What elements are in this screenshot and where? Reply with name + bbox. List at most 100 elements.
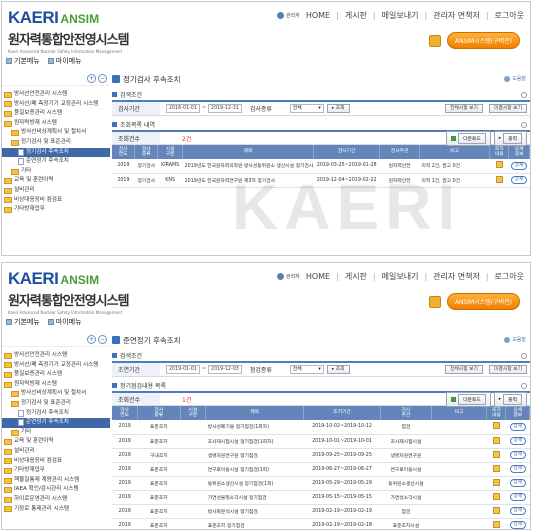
edit-cell[interactable]: [486, 448, 506, 463]
column-header[interactable]: 검사 연도: [112, 406, 139, 420]
tree-item[interactable]: 교육 및 훈련이력: [2, 437, 110, 447]
column-header[interactable]: 비고: [431, 406, 488, 420]
tree-item[interactable]: 방사선/폐 측정기기 교정관리 시스템: [2, 100, 110, 110]
edit-cell[interactable]: [486, 462, 506, 477]
detail-cell[interactable]: 상세: [505, 476, 530, 491]
column-header[interactable]: 조치 내용: [486, 406, 507, 420]
tree-item[interactable]: 비상대응장비 점검표: [2, 457, 110, 467]
nav-home[interactable]: HOME: [306, 272, 330, 281]
tree-item[interactable]: 원자력방재 시스템: [2, 380, 110, 390]
tree-item[interactable]: 기타방재업무: [2, 205, 110, 215]
table-row[interactable]: 2019 표준조치 방사성폐기물 정기점검(1회차) 2019-10-02~2019-…: [112, 420, 530, 435]
type-select[interactable]: 전체 ▾: [289, 104, 324, 113]
detail-button[interactable]: 상세: [509, 465, 526, 473]
table-row[interactable]: 2019 표준조치 조사재시험시설 정기점검(1회차) 2019-10-01~2019…: [112, 434, 530, 449]
tree-item[interactable]: 품질보증관리 시스템: [2, 370, 110, 380]
column-header[interactable]: 제목: [182, 145, 314, 159]
search-button[interactable]: ▸ 조회: [326, 365, 350, 374]
detail-cell[interactable]: 상세: [505, 420, 530, 435]
detail-button[interactable]: 상세: [509, 493, 526, 501]
nav-mail[interactable]: 메일보내기: [382, 271, 419, 282]
date-to-input[interactable]: 2019-12-31: [207, 104, 242, 113]
tree-item[interactable]: 하이로운영관리 시스템: [2, 495, 110, 505]
column-header[interactable]: 상세 정보: [508, 145, 530, 159]
nav-board[interactable]: 게시판: [345, 271, 367, 282]
tree-item[interactable]: 설비관리: [2, 447, 110, 457]
edit-cell[interactable]: [486, 476, 506, 491]
detail-cell[interactable]: 상세: [505, 434, 530, 449]
view-all-button[interactable]: 전체사항 보기: [444, 104, 483, 113]
edit-icon[interactable]: [492, 450, 500, 458]
column-header[interactable]: 제목: [205, 406, 305, 420]
column-header[interactable]: 조치기간: [303, 406, 381, 420]
detail-cell[interactable]: 상세: [505, 490, 530, 505]
column-header[interactable]: 검사기간: [313, 145, 381, 159]
tree-item[interactable]: 준연정기 후속조치: [2, 418, 110, 428]
logo[interactable]: KAERI ANSIM 원자력통합안전영시스템 Kaeri Advanced Nu…: [8, 8, 130, 54]
tree-item[interactable]: IAEA 확인/감시관리 시스템: [2, 485, 110, 495]
detail-cell[interactable]: 상세: [505, 518, 530, 529]
detail-button[interactable]: 상세: [510, 161, 528, 170]
column-header[interactable]: 비고: [419, 145, 491, 159]
tab-basic-menu[interactable]: 기본메뉴: [6, 56, 40, 66]
tree-item[interactable]: 교육 및 훈련이력: [2, 176, 110, 186]
tree-item[interactable]: 정기검사 및 표준관리: [2, 138, 110, 148]
tab-my-menu[interactable]: 마이메뉴: [47, 317, 82, 327]
nav-admin[interactable]: 관리자 면책저: [433, 271, 480, 282]
edit-icon[interactable]: [492, 436, 500, 444]
help-link[interactable]: 도움말: [504, 336, 526, 343]
detail-cell[interactable]: 상세: [505, 462, 530, 477]
column-header[interactable]: 시설 구분: [157, 145, 184, 159]
edit-icon[interactable]: [492, 464, 500, 472]
edit-cell[interactable]: [486, 490, 506, 505]
table-row[interactable]: 2019 표준조치 가연성물질소각시설 정기점검 2019-05-15~2019-05…: [112, 490, 530, 505]
toggle-icon[interactable]: [521, 352, 527, 359]
column-header[interactable]: 검사 종류: [134, 145, 159, 159]
tree-item[interactable]: 비상대응장비 점검표: [2, 196, 110, 206]
tree-item[interactable]: 정기검사 및 표준관리: [2, 399, 110, 409]
view-all-button[interactable]: 전체사항 보기: [444, 365, 483, 374]
type-select[interactable]: 전체 ▾: [289, 365, 324, 374]
view-pending-button[interactable]: 미결사항 보기: [488, 104, 527, 113]
edit-cell[interactable]: [486, 434, 506, 449]
save-icon[interactable]: [428, 34, 441, 47]
tree-item[interactable]: 방사선안전관리 시스템: [2, 90, 110, 100]
toggle-icon[interactable]: [521, 91, 527, 98]
print-button[interactable]: ▸ 출력: [493, 391, 527, 407]
edit-cell[interactable]: [486, 504, 506, 519]
edit-cell[interactable]: [489, 159, 509, 174]
detail-button[interactable]: 상세: [509, 479, 526, 487]
tree-item[interactable]: 기타: [2, 167, 110, 177]
tree-item[interactable]: 원자력방재 시스템: [2, 119, 110, 129]
save-icon[interactable]: [428, 295, 441, 308]
tab-basic-menu[interactable]: 기본메뉴: [6, 317, 40, 327]
detail-cell[interactable]: 상세: [505, 448, 530, 463]
tree-item[interactable]: 기타방재업무: [2, 466, 110, 476]
column-header[interactable]: 검사 종류: [137, 406, 181, 420]
tree-item[interactable]: 정기검사 후속조치: [2, 147, 110, 158]
tree-item[interactable]: 정기검사 후속조치: [2, 409, 110, 419]
detail-cell[interactable]: 상세: [508, 159, 530, 174]
collapse-icon[interactable]: −: [98, 335, 107, 344]
table-row[interactable]: 2019 구내조치 생명자원연구원 정기점검 2019-09-25~2019-09-2…: [112, 448, 530, 463]
tree-item[interactable]: 품질보증관리 시스템: [2, 109, 110, 119]
tree-item[interactable]: 방사선비상계획서 및 절차서: [2, 128, 110, 138]
download-button[interactable]: 다운로드: [446, 130, 491, 146]
logo[interactable]: KAERI ANSIM 원자력통합안전영시스템 Kaeri Advanced Nu…: [8, 269, 130, 315]
legacy-system-button[interactable]: ANSIM시스템(구버전): [446, 32, 520, 49]
view-pending-button[interactable]: 미결사항 보기: [488, 365, 527, 374]
tree-item[interactable]: 설비관리: [2, 186, 110, 196]
detail-button[interactable]: 상세: [509, 451, 526, 459]
nav-logout[interactable]: 로그아웃: [495, 271, 524, 282]
expand-icon[interactable]: +: [87, 335, 96, 344]
edit-cell[interactable]: [486, 518, 506, 529]
edit-icon[interactable]: [495, 161, 503, 169]
nav-mail[interactable]: 메일보내기: [382, 10, 419, 21]
edit-cell[interactable]: [486, 420, 506, 435]
detail-button[interactable]: 상세: [509, 507, 526, 515]
print-button[interactable]: ▸ 출력: [493, 130, 527, 146]
edit-icon[interactable]: [492, 520, 500, 528]
detail-button[interactable]: 상세: [509, 422, 526, 431]
tab-my-menu[interactable]: 마이메뉴: [47, 56, 82, 66]
search-button[interactable]: ▸ 조회: [326, 104, 350, 113]
